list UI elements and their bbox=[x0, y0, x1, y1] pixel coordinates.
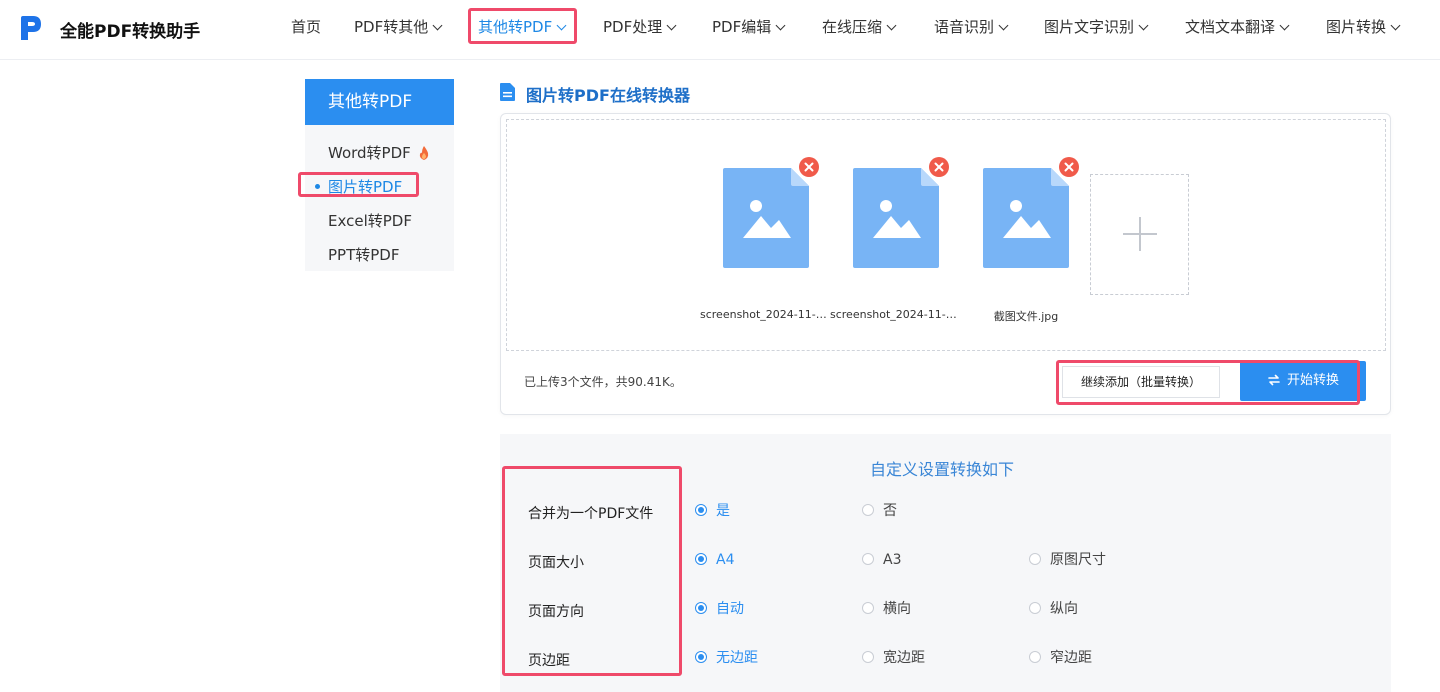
nav-item-pdf-to-other[interactable]: PDF转其他 bbox=[354, 17, 443, 37]
brand-title[interactable]: 全能PDF转换助手 bbox=[60, 17, 200, 42]
option-label: 纵向 bbox=[1050, 601, 1078, 617]
radio-icon bbox=[1029, 553, 1041, 565]
nav-item-home[interactable]: 首页 bbox=[291, 17, 321, 37]
option-label: A4 bbox=[716, 552, 735, 568]
image-file-icon[interactable] bbox=[983, 168, 1069, 268]
nav-item-image-convert[interactable]: 图片转换 bbox=[1326, 17, 1401, 37]
radio-margin-none[interactable]: 无边距 bbox=[695, 650, 758, 666]
sidebar-item-ppt-to-pdf[interactable]: PPT转PDF bbox=[328, 244, 399, 265]
nav-label: 文档文本翻译 bbox=[1185, 18, 1276, 36]
nav-label: 在线压缩 bbox=[822, 18, 883, 36]
nav-label: 图片转换 bbox=[1326, 18, 1387, 36]
highlight-box-sidebar bbox=[298, 172, 419, 197]
plus-icon bbox=[1139, 217, 1141, 251]
sidebar-heading: 其他转PDF bbox=[305, 79, 454, 125]
chevron-down-icon bbox=[886, 20, 897, 31]
option-label: 无边距 bbox=[716, 650, 758, 666]
option-label: 原图尺寸 bbox=[1050, 552, 1106, 568]
nav-label: PDF处理 bbox=[603, 18, 663, 36]
radio-margin-narrow[interactable]: 窄边距 bbox=[1029, 650, 1092, 666]
radio-orient-landscape[interactable]: 横向 bbox=[862, 601, 911, 617]
image-file-icon[interactable] bbox=[723, 168, 809, 268]
radio-icon bbox=[695, 504, 707, 516]
remove-file-icon[interactable] bbox=[1059, 157, 1079, 177]
converter-title: 图片转PDF在线转换器 bbox=[526, 86, 690, 105]
add-file-tile[interactable] bbox=[1090, 174, 1189, 295]
radio-icon bbox=[695, 553, 707, 565]
file-name: screenshot_2024-11-1... bbox=[700, 308, 830, 321]
sidebar-item-word-to-pdf[interactable]: Word转PDF bbox=[328, 142, 411, 163]
option-label: 否 bbox=[883, 503, 897, 519]
radio-icon bbox=[695, 602, 707, 614]
chevron-down-icon bbox=[1390, 20, 1401, 31]
fire-hot-icon bbox=[419, 146, 429, 160]
radio-orient-portrait[interactable]: 纵向 bbox=[1029, 601, 1078, 617]
radio-icon bbox=[1029, 651, 1041, 663]
remove-file-icon[interactable] bbox=[929, 157, 949, 177]
option-label: 自动 bbox=[716, 601, 744, 617]
sidebar-item-excel-to-pdf[interactable]: Excel转PDF bbox=[328, 210, 412, 231]
app-logo-icon[interactable] bbox=[16, 12, 46, 44]
radio-icon bbox=[862, 651, 874, 663]
radio-size-a3[interactable]: A3 bbox=[862, 552, 901, 568]
chevron-down-icon bbox=[1279, 20, 1290, 31]
option-label: A3 bbox=[883, 552, 902, 568]
document-icon bbox=[500, 83, 515, 101]
image-file-icon[interactable] bbox=[853, 168, 939, 268]
radio-size-a4[interactable]: A4 bbox=[695, 552, 734, 568]
nav-item-pdf-process[interactable]: PDF处理 bbox=[603, 17, 677, 37]
option-label: 横向 bbox=[883, 601, 911, 617]
radio-icon bbox=[862, 553, 874, 565]
radio-merge-no[interactable]: 否 bbox=[862, 503, 897, 519]
radio-icon bbox=[695, 651, 707, 663]
nav-label: 图片文字识别 bbox=[1044, 18, 1135, 36]
nav-item-ocr[interactable]: 图片文字识别 bbox=[1044, 17, 1149, 37]
radio-icon bbox=[862, 504, 874, 516]
radio-icon bbox=[862, 602, 874, 614]
radio-margin-wide[interactable]: 宽边距 bbox=[862, 650, 925, 666]
chevron-down-icon bbox=[666, 20, 677, 31]
nav-item-pdf-edit[interactable]: PDF编辑 bbox=[712, 17, 786, 37]
radio-size-original[interactable]: 原图尺寸 bbox=[1029, 552, 1106, 568]
nav-item-compress[interactable]: 在线压缩 bbox=[822, 17, 897, 37]
option-label: 宽边距 bbox=[883, 650, 925, 666]
chevron-down-icon bbox=[432, 20, 443, 31]
radio-merge-yes[interactable]: 是 bbox=[695, 503, 730, 519]
file-name: screenshot_2024-11-1... bbox=[830, 308, 960, 321]
chevron-down-icon bbox=[998, 20, 1009, 31]
remove-file-icon[interactable] bbox=[799, 157, 819, 177]
radio-orient-auto[interactable]: 自动 bbox=[695, 601, 744, 617]
nav-label: 语音识别 bbox=[934, 18, 995, 36]
nav-label: PDF编辑 bbox=[712, 18, 772, 36]
settings-title: 自定义设置转换如下 bbox=[870, 460, 1015, 479]
nav-item-translate[interactable]: 文档文本翻译 bbox=[1185, 17, 1290, 37]
chevron-down-icon bbox=[1138, 20, 1149, 31]
radio-icon bbox=[1029, 602, 1041, 614]
option-label: 窄边距 bbox=[1050, 650, 1092, 666]
highlight-box-settings bbox=[502, 466, 682, 676]
option-label: 是 bbox=[716, 503, 730, 519]
highlight-box-buttons bbox=[1056, 360, 1360, 405]
chevron-down-icon bbox=[775, 20, 786, 31]
nav-label: PDF转其他 bbox=[354, 18, 429, 36]
upload-status: 已上传3个文件，共90.41K。 bbox=[524, 375, 682, 389]
top-navbar: 全能PDF转换助手 首页 PDF转其他 其他转PDF PDF处理 PDF编辑 在… bbox=[0, 0, 1440, 60]
file-name: 截图文件.jpg bbox=[993, 310, 1059, 323]
highlight-box-nav bbox=[468, 8, 577, 44]
nav-label: 首页 bbox=[291, 18, 322, 36]
nav-item-speech[interactable]: 语音识别 bbox=[934, 17, 1009, 37]
